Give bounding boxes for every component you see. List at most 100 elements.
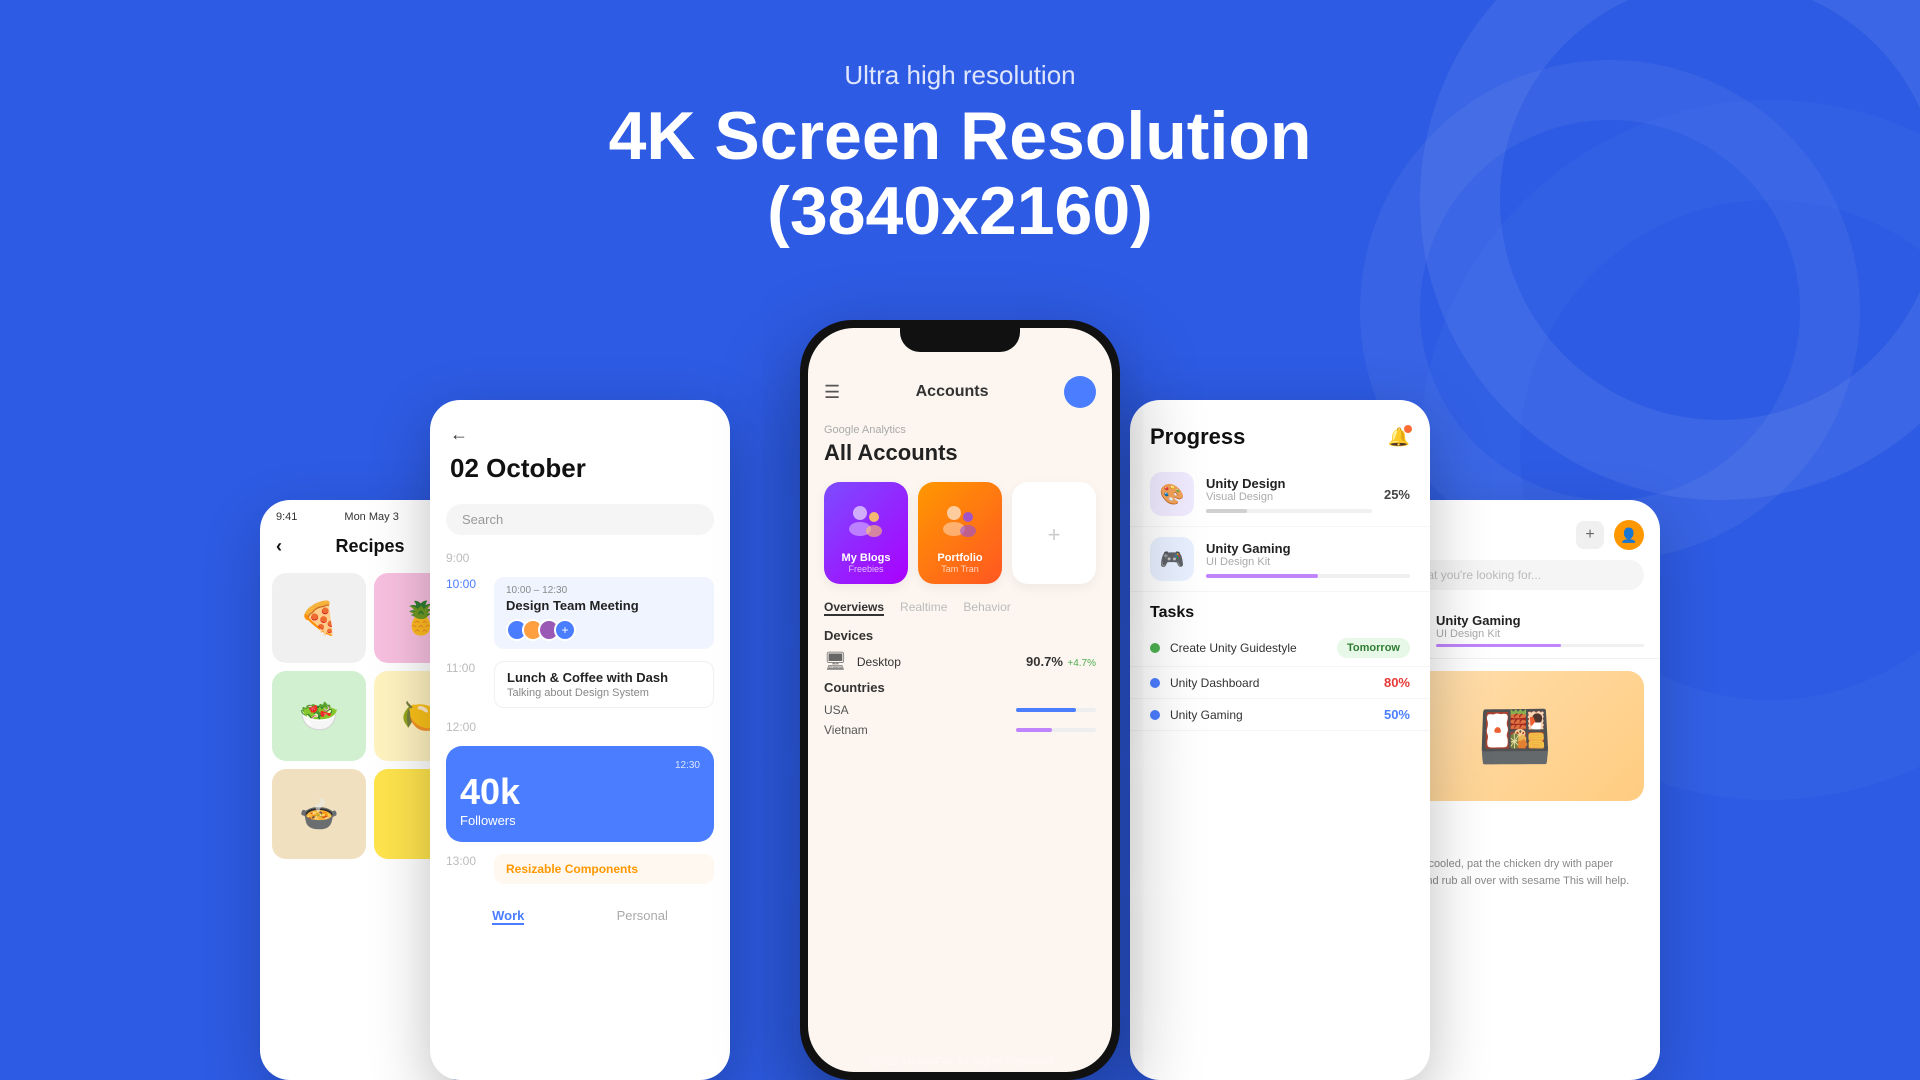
cal-event-lunch-sub: Talking about Design System xyxy=(507,687,701,699)
prog-bar-fill-unity-design xyxy=(1206,509,1247,513)
phone-menu-icon[interactable]: ☰ xyxy=(824,382,840,403)
phone-countries-label: Countries xyxy=(824,680,1096,695)
task-name-unity-gaming-task: Unity Gaming xyxy=(1170,708,1243,722)
recipes-title: Recipes xyxy=(335,536,404,557)
phone-tab-behavior[interactable]: Behavior xyxy=(963,600,1010,616)
cal-time-label-9: 9:00 xyxy=(446,551,486,565)
cal-big-card-number: 40k xyxy=(460,771,700,813)
cal-resizable-label: Resizable Components xyxy=(506,862,638,876)
recipe-item-soup[interactable]: 🍲 xyxy=(272,769,366,859)
prog-info-unity-design: Unity Design Visual Design xyxy=(1206,476,1372,513)
phone-screen-inner: ☰ Accounts Google Analytics All Accounts xyxy=(808,328,1112,1072)
country-name-usa: USA xyxy=(824,703,849,717)
phone-screen-title: Accounts xyxy=(916,383,989,401)
task-pct-unity-gaming: 50% xyxy=(1384,707,1410,722)
prog-item-unity-gaming: 🎮 Unity Gaming UI Design Kit xyxy=(1130,527,1430,592)
cal-event-lunch[interactable]: Lunch & Coffee with Dash Talking about D… xyxy=(494,661,714,708)
food-avatar: 👤 xyxy=(1614,520,1644,550)
phone-section-title: All Accounts xyxy=(824,440,1096,466)
prog-icon-unity-design: 🎨 xyxy=(1150,472,1194,516)
cal-time-row-12: 12:00 xyxy=(430,714,730,740)
cal-time-row-10: 10:00 10:00 – 12:30 Design Team Meeting … xyxy=(430,571,730,655)
prog-bell-dot xyxy=(1404,425,1412,433)
recipes-time: 9:41 xyxy=(276,511,297,523)
device-pct: 90.7% xyxy=(1026,654,1063,669)
prog-info-unity-gaming: Unity Gaming UI Design Kit xyxy=(1206,541,1410,578)
cal-time-label-10: 10:00 xyxy=(446,577,486,591)
prog-bar-wrap-unity-design xyxy=(1206,509,1372,513)
prog-title: Progress xyxy=(1150,424,1245,450)
phone-devices-label: Devices xyxy=(824,628,1096,643)
phone-countries: USA Vietnam xyxy=(824,703,1096,737)
phone-tab-realtime[interactable]: Realtime xyxy=(900,600,947,616)
account-add-icon: + xyxy=(1048,522,1061,548)
desktop-icon: 🖥 xyxy=(824,651,847,672)
food-add-btn[interactable]: + xyxy=(1576,521,1604,549)
device-info: Desktop xyxy=(857,655,1016,669)
account-card-blogs[interactable]: My Blogs Freebies xyxy=(824,482,908,584)
task-info-unity-dashboard: Unity Dashboard xyxy=(1150,676,1384,690)
cal-time-row-9: 9:00 xyxy=(430,545,730,571)
cal-time-label-12: 12:00 xyxy=(446,720,486,734)
food-unity-gaming-info: Unity Gaming UI Design Kit xyxy=(1436,613,1644,647)
recipes-day: Mon May 3 xyxy=(344,511,398,523)
copyright: ©2022 MotionFox All Rights Reserved xyxy=(867,1056,1053,1068)
cal-tab-personal[interactable]: Personal xyxy=(617,908,668,925)
task-dot-unity-dashboard xyxy=(1150,678,1160,688)
phone-tab-overviews[interactable]: Overviews xyxy=(824,600,884,616)
country-row-vietnam: Vietnam xyxy=(824,723,1096,737)
cal-time-row-13: 13:00 Resizable Components xyxy=(430,848,730,890)
phone-tabs: Overviews Realtime Behavior xyxy=(824,600,1096,616)
cal-header: ← 02 October xyxy=(430,400,730,494)
cal-event-meeting[interactable]: 10:00 – 12:30 Design Team Meeting + xyxy=(494,577,714,649)
cal-back-icon[interactable]: ← xyxy=(450,424,710,445)
cal-event-meeting-time: 10:00 – 12:30 xyxy=(506,585,702,596)
account-card-portfolio[interactable]: Portfolio Tam Tran xyxy=(918,482,1002,584)
task-pct-unity-dashboard: 80% xyxy=(1384,675,1410,690)
prog-item-unity-design: 🎨 Unity Design Visual Design 25% xyxy=(1130,462,1430,527)
recipe-item-salad[interactable]: 🥗 xyxy=(272,671,366,761)
account-card-portfolio-name: Portfolio xyxy=(937,552,982,564)
cal-search[interactable]: Search xyxy=(446,504,714,535)
phones-container: 9:41 Mon May 3 ▮▮▮ ‹ Recipes 🍕 🍍 🥗 🍋 🍲 ←… xyxy=(260,300,1660,1080)
cal-tab-work[interactable]: Work xyxy=(492,908,524,925)
cal-date: 02 October xyxy=(450,453,710,484)
header-title-line1: 4K Screen Resolution xyxy=(609,98,1312,174)
phone-section-label: Google Analytics xyxy=(824,424,1096,436)
task-row-unity-gaming[interactable]: Unity Gaming 50% xyxy=(1130,699,1430,731)
prog-sub-unity-gaming: UI Design Kit xyxy=(1206,556,1410,568)
task-row-create-unity[interactable]: Create Unity Guidestyle Tomorrow xyxy=(1130,630,1430,667)
prog-bar-fill-unity-gaming xyxy=(1206,574,1318,578)
account-card-portfolio-sub: Tam Tran xyxy=(941,564,979,574)
header-section: Ultra high resolution 4K Screen Resoluti… xyxy=(0,0,1920,249)
header-title: 4K Screen Resolution (3840x2160) xyxy=(0,99,1920,249)
phone-devices-row: 🖥 Desktop 90.7% +4.7% xyxy=(824,651,1096,672)
recipe-item-pizza[interactable]: 🍕 xyxy=(272,573,366,663)
device-change: +4.7% xyxy=(1067,658,1096,669)
cal-big-card[interactable]: 12:30 40k Followers xyxy=(446,746,714,842)
prog-bell-icon[interactable]: 🔔 xyxy=(1388,427,1410,448)
cal-time-row-11: 11:00 Lunch & Coffee with Dash Talking a… xyxy=(430,655,730,714)
country-bar-usa xyxy=(1016,708,1076,712)
cal-big-card-label: Followers xyxy=(460,813,700,828)
food-unity-gaming-bar xyxy=(1436,644,1644,647)
food-unity-gaming-sub: UI Design Kit xyxy=(1436,628,1644,640)
account-card-add[interactable]: + xyxy=(1012,482,1096,584)
card-progress: Progress 🔔 🎨 Unity Design Visual Design … xyxy=(1130,400,1430,1080)
food-unity-gaming-name: Unity Gaming xyxy=(1436,613,1644,628)
prog-header: Progress 🔔 xyxy=(1130,400,1430,462)
country-name-vietnam: Vietnam xyxy=(824,723,868,737)
phone-avatar-btn[interactable] xyxy=(1064,376,1096,408)
phone-accounts-grid: My Blogs Freebies xyxy=(824,482,1096,584)
task-badge-tomorrow: Tomorrow xyxy=(1337,638,1410,658)
task-info-unity-gaming-task: Unity Gaming xyxy=(1150,708,1384,722)
card-calendar: ← 02 October Search 9:00 10:00 10:00 – 1… xyxy=(430,400,730,1080)
task-row-unity-dashboard[interactable]: Unity Dashboard 80% xyxy=(1130,667,1430,699)
recipes-back-icon[interactable]: ‹ xyxy=(276,536,282,557)
prog-icon-unity-gaming: 🎮 xyxy=(1150,537,1194,581)
account-card-blogs-sub: Freebies xyxy=(848,564,883,574)
header-title-line2: (3840x2160) xyxy=(767,173,1153,249)
task-name-unity-dashboard: Unity Dashboard xyxy=(1170,676,1259,690)
country-bar-usa-container xyxy=(1016,708,1096,712)
prog-bar-wrap-unity-gaming xyxy=(1206,574,1410,578)
